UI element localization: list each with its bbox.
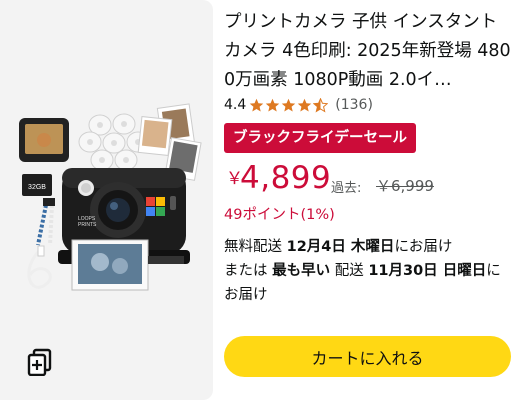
svg-text:32GB: 32GB bbox=[28, 184, 46, 191]
delivery-mid-label: 配送 bbox=[330, 263, 369, 279]
points-text: 49ポイント(1%) bbox=[224, 207, 335, 223]
delivery-date: 12月4日 木曜日 bbox=[286, 239, 395, 255]
product-title[interactable]: プリントカメラ 子供 インスタントカメラ 4色印刷: 2025年新登場 4800… bbox=[224, 8, 514, 95]
compare-icon bbox=[27, 348, 52, 376]
product-image-panel[interactable]: 32GB LOOPS PRINTS bbox=[0, 0, 213, 400]
product-card: 32GB LOOPS PRINTS プリントカメラ 子供 インスタントカメラ 4… bbox=[0, 0, 521, 400]
rating-value: 4.4 bbox=[224, 97, 247, 113]
delivery-info: 無料配送 12月4日 木曜日にお届け または 最も早い 配送 11月30日 日曜… bbox=[224, 235, 514, 307]
add-to-cart-button[interactable]: カートに入れる bbox=[224, 336, 511, 377]
fastest-delivery-date: 11月30日 日曜日 bbox=[368, 263, 487, 279]
lanyard-image bbox=[36, 198, 55, 246]
star-rating[interactable] bbox=[249, 97, 329, 113]
star-icon bbox=[298, 98, 312, 111]
past-price-label: 過去: bbox=[331, 181, 362, 196]
delivery-line-2: または 最も早い 配送 11月30日 日曜日にお届け bbox=[224, 259, 514, 307]
compare-button[interactable] bbox=[20, 342, 60, 382]
rating-row[interactable]: 4.4 (136) bbox=[224, 94, 373, 116]
past-price: ￥6,999 bbox=[376, 177, 434, 195]
price-value: 4,899 bbox=[240, 160, 332, 196]
product-image[interactable]: 32GB LOOPS PRINTS bbox=[0, 0, 213, 400]
sale-badge: ブラックフライデーセール bbox=[224, 123, 416, 153]
delivery-line-1: 無料配送 12月4日 木曜日にお届け bbox=[224, 235, 514, 259]
delivery-or-label: または bbox=[224, 263, 273, 279]
star-icon bbox=[250, 98, 264, 111]
usb-cable-image bbox=[27, 245, 52, 289]
price-row: ￥ 4,899 過去: ￥6,999 bbox=[224, 160, 514, 200]
mini-camera-image bbox=[19, 118, 69, 162]
star-icon bbox=[266, 98, 280, 111]
print-camera-image: LOOPS PRINTS bbox=[58, 168, 190, 291]
sd-card-image: 32GB bbox=[22, 174, 52, 196]
delivery-free-label: 無料配送 bbox=[224, 239, 287, 255]
paper-rolls-image bbox=[78, 113, 150, 171]
delivery-fastest-label: 最も早い bbox=[272, 263, 331, 279]
delivery-suffix: にお届け bbox=[394, 239, 453, 255]
svg-text:PRINTS: PRINTS bbox=[78, 222, 97, 228]
star-half-icon bbox=[313, 97, 329, 113]
review-count[interactable]: (136) bbox=[335, 97, 373, 113]
star-icon bbox=[282, 98, 296, 111]
